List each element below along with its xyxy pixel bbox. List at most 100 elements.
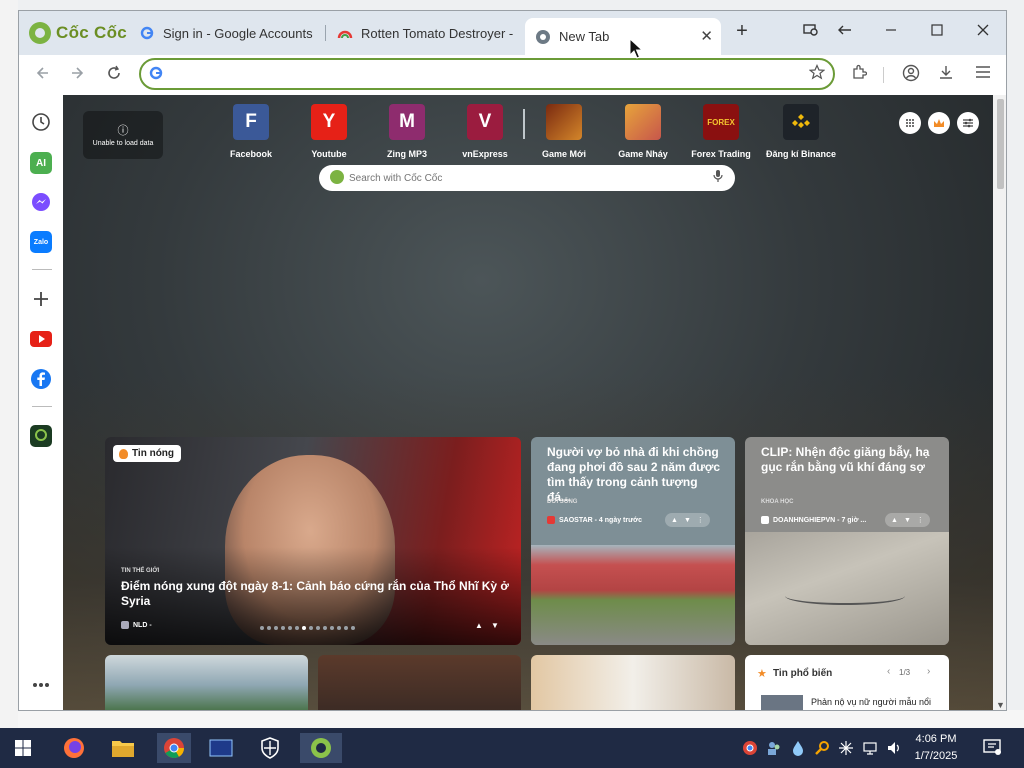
- thumbs-up-icon[interactable]: ▲: [475, 621, 483, 630]
- tab-separator: [325, 25, 326, 41]
- thumbs-down-icon[interactable]: ▼: [684, 517, 691, 524]
- firefox-icon[interactable]: [59, 733, 89, 763]
- chrome-icon[interactable]: [157, 733, 191, 763]
- speed-dial-tile: M: [389, 104, 425, 140]
- menu-icon[interactable]: [972, 64, 994, 86]
- file-explorer-icon[interactable]: [108, 733, 138, 763]
- mouse-cursor-icon: [629, 38, 643, 59]
- new-tab-search-input[interactable]: [349, 170, 699, 186]
- news-thumbnail-portrait[interactable]: [531, 655, 735, 710]
- snowflake-tray-icon[interactable]: [837, 740, 855, 759]
- address-input[interactable]: [171, 64, 771, 84]
- search-key-tray-icon[interactable]: [813, 740, 831, 759]
- coccoc-brand[interactable]: Cốc Cốc: [29, 21, 127, 45]
- news-thumbnail-luggage[interactable]: [318, 655, 521, 710]
- add-icon[interactable]: [30, 288, 52, 310]
- more-options-icon[interactable]: ⋮: [917, 516, 924, 524]
- thumbs-down-icon[interactable]: ▼: [491, 621, 499, 630]
- vote-controls[interactable]: ▲ ▼ ⋮: [885, 513, 930, 527]
- tab-rotten-tomato[interactable]: Rotten Tomato Destroyer -: [327, 18, 513, 48]
- minimize-icon[interactable]: [881, 23, 901, 41]
- thumbs-up-icon[interactable]: ▲: [671, 517, 678, 524]
- previous-page-icon[interactable]: ‹: [887, 666, 890, 677]
- weather-widget[interactable]: ⓘ Unable to load data: [83, 111, 163, 159]
- profile-icon[interactable]: [900, 64, 922, 86]
- scrollbar-thumb[interactable]: [997, 99, 1004, 189]
- page-scrollbar[interactable]: ▼: [993, 95, 1006, 710]
- security-shield-icon[interactable]: [255, 733, 285, 763]
- coccoc-taskbar-icon[interactable]: [300, 733, 342, 763]
- people-tray-icon[interactable]: [765, 740, 783, 759]
- speed-dial-forex-trading[interactable]: FOREX Forex Trading: [681, 104, 761, 159]
- news-card[interactable]: CLIP: Nhện độc giăng bẫy, hạ gục rắn bằn…: [745, 437, 949, 645]
- popular-item-thumbnail[interactable]: [761, 695, 803, 710]
- close-tab-icon[interactable]: ✕: [700, 27, 713, 45]
- news-thumbnail-stadium[interactable]: [105, 655, 308, 710]
- messenger-icon[interactable]: [30, 191, 52, 213]
- carousel-dots[interactable]: [260, 626, 355, 630]
- popular-item-title[interactable]: Phản nộ vụ nữ người mẫu nổi: [811, 697, 931, 707]
- speed-dial-game-nhay[interactable]: Game Nháy: [603, 104, 683, 159]
- download-icon[interactable]: [935, 64, 957, 86]
- close-window-icon[interactable]: [973, 23, 993, 41]
- facebook-icon[interactable]: [30, 368, 52, 390]
- extensions-icon[interactable]: [848, 64, 870, 86]
- speed-dial-binance[interactable]: Đăng kí Binance: [761, 104, 841, 159]
- ai-assistant-icon[interactable]: AI: [30, 152, 52, 174]
- tab-title: New Tab: [559, 29, 610, 44]
- scroll-down-arrow-icon[interactable]: ▼: [996, 700, 1005, 710]
- settings-sliders-icon[interactable]: [957, 112, 979, 134]
- news-source-text: NLD -: [133, 621, 152, 629]
- volume-icon[interactable]: [885, 740, 903, 759]
- news-headline[interactable]: CLIP: Nhện độc giăng bẫy, hạ gục rắn bằn…: [761, 445, 939, 475]
- youtube-icon[interactable]: [30, 328, 52, 350]
- new-tab-search-box[interactable]: [319, 165, 735, 191]
- speed-dial-game-moi[interactable]: Game Mới: [524, 104, 604, 159]
- reload-icon[interactable]: [103, 64, 125, 86]
- rainbow-icon: [337, 25, 353, 41]
- history-icon[interactable]: [30, 111, 52, 133]
- address-bar[interactable]: [139, 58, 835, 90]
- brand-text: Cốc Cốc: [56, 23, 128, 42]
- maximize-icon[interactable]: [927, 23, 947, 41]
- speed-dial-zing-mp3[interactable]: M Zing MP3: [367, 104, 447, 159]
- popular-page-indicator: 1/3: [899, 668, 911, 677]
- forward-arrow-icon[interactable]: [67, 64, 89, 86]
- more-options-icon[interactable]: [30, 674, 52, 696]
- microphone-icon[interactable]: [713, 169, 723, 186]
- new-tab-button[interactable]: +: [732, 20, 752, 43]
- more-options-icon[interactable]: ⋮: [697, 516, 704, 524]
- water-drop-tray-icon[interactable]: [789, 740, 807, 759]
- speed-dial-facebook[interactable]: F Facebook: [211, 104, 291, 159]
- windows-start-icon[interactable]: [8, 733, 38, 763]
- remote-desktop-icon[interactable]: [206, 733, 236, 763]
- tab-google-signin[interactable]: Sign in - Google Accounts: [129, 18, 329, 48]
- tab-search-icon[interactable]: [801, 23, 821, 42]
- news-headline[interactable]: Người vợ bỏ nhà đi khi chồng đang phơi đ…: [547, 445, 723, 505]
- chrome-tray-icon[interactable]: [741, 740, 759, 759]
- back-arrows-icon[interactable]: [835, 23, 855, 42]
- bookmark-star-icon[interactable]: [808, 64, 826, 85]
- featured-news-card[interactable]: Tin nóng TIN THẾ GIỚI Điểm nóng xung đột…: [105, 437, 521, 645]
- tab-strip: Cốc Cốc Sign in - Google Accounts Rotten…: [19, 11, 1006, 55]
- new-tab-page: ⓘ Unable to load data F Facebook Y Youtu…: [63, 95, 993, 710]
- tab-new-tab[interactable]: New Tab ✕: [525, 18, 721, 55]
- crown-icon[interactable]: [928, 112, 950, 134]
- speed-dial-vnexpress[interactable]: V vnExpress: [445, 104, 525, 159]
- taskbar-clock[interactable]: 4:06 PM 1/7/2025: [906, 731, 966, 765]
- vote-controls[interactable]: ▲ ▼ ⋮: [665, 513, 710, 527]
- notifications-icon[interactable]: [983, 738, 1001, 759]
- zalo-icon[interactable]: Zalo: [30, 231, 52, 253]
- news-card[interactable]: Người vợ bỏ nhà đi khi chồng đang phơi đ…: [531, 437, 735, 645]
- next-page-icon[interactable]: ›: [927, 666, 930, 677]
- load-error-text: Unable to load data: [92, 140, 154, 147]
- news-headline[interactable]: Điểm nóng xung đột ngày 8-1: Cảnh báo cứ…: [121, 579, 511, 609]
- coccoc-2024-icon[interactable]: [30, 425, 52, 447]
- speed-dial-youtube[interactable]: Y Youtube: [289, 104, 369, 159]
- apps-grid-icon[interactable]: [899, 112, 921, 134]
- network-icon[interactable]: [861, 740, 879, 759]
- speed-dial-label: Forex Trading: [691, 149, 751, 159]
- back-arrow-icon[interactable]: [31, 64, 53, 86]
- thumbs-up-icon[interactable]: ▲: [891, 517, 898, 524]
- thumbs-down-icon[interactable]: ▼: [904, 517, 911, 524]
